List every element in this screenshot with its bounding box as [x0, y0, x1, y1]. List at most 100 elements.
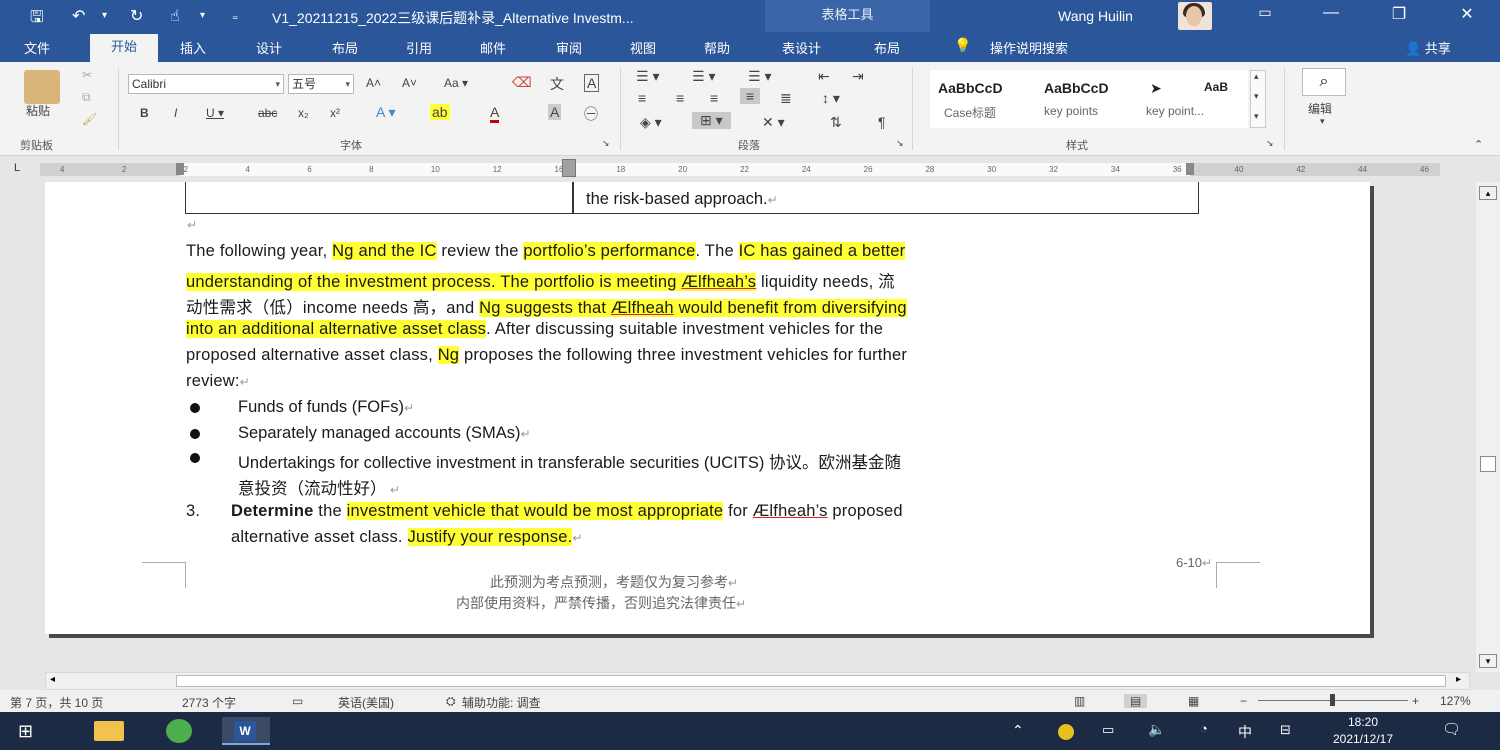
- show-marks-icon[interactable]: ¶: [878, 114, 886, 130]
- tab-table-layout[interactable]: 布局: [874, 38, 900, 57]
- character-shading-icon[interactable]: A: [548, 104, 562, 120]
- chevron-up-icon[interactable]: ⌃: [1012, 722, 1024, 739]
- minimize-button[interactable]: —: [1316, 4, 1346, 22]
- question-3-line-2[interactable]: alternative asset class. Justify your re…: [231, 528, 1216, 547]
- network-icon[interactable]: ▭: [1102, 722, 1114, 738]
- touch-mode-icon[interactable]: ☝: [170, 6, 180, 26]
- undo-dropdown-icon[interactable]: ▾: [102, 10, 107, 21]
- body-line-4[interactable]: into an additional alternative asset cla…: [186, 320, 1216, 339]
- body-line-1[interactable]: The following year, Ng and the IC review…: [186, 242, 1216, 261]
- web-layout-icon[interactable]: ▦: [1188, 694, 1199, 708]
- print-layout-icon[interactable]: ▤: [1124, 694, 1148, 708]
- volume-icon[interactable]: 🔈: [1148, 721, 1165, 738]
- word-taskbar-icon[interactable]: W: [222, 717, 270, 745]
- scroll-right-icon[interactable]: ▸: [1456, 674, 1461, 685]
- zoom-out-icon[interactable]: −: [1240, 694, 1247, 708]
- language-indicator[interactable]: 英语(美国): [338, 694, 394, 711]
- line-spacing-icon[interactable]: ↕ ▾: [822, 90, 840, 107]
- wechat-icon[interactable]: [162, 717, 202, 745]
- proofing-icon[interactable]: ▭: [292, 694, 303, 708]
- tab-insert[interactable]: 插入: [180, 38, 206, 57]
- chevron-down-icon[interactable]: ▾: [1254, 91, 1259, 102]
- strikethrough-icon[interactable]: abc: [258, 106, 277, 120]
- horizontal-scrollbar[interactable]: ◂ ▸: [45, 672, 1470, 690]
- body-line-6[interactable]: review:↵: [186, 372, 1216, 391]
- editing-label[interactable]: 编辑: [1308, 100, 1332, 117]
- scroll-down-icon[interactable]: ▾: [1479, 654, 1497, 668]
- bullets-icon[interactable]: ☰ ▾: [636, 68, 659, 85]
- chinese-layout-icon[interactable]: ✕ ▾: [762, 114, 785, 131]
- touch-dropdown-icon[interactable]: ▾: [200, 10, 205, 21]
- list-item-continued[interactable]: 意投资（流动性好） ↵: [238, 475, 400, 499]
- paste-icon[interactable]: [24, 70, 60, 104]
- wifi-icon[interactable]: ◔: [1200, 721, 1208, 736]
- styles-scroll[interactable]: ▴ ▾ ▾: [1250, 70, 1266, 128]
- borders-icon[interactable]: ⊞ ▾: [692, 112, 731, 129]
- italic-icon[interactable]: I: [174, 106, 177, 120]
- search-icon[interactable]: ⌕: [1302, 68, 1346, 96]
- copy-icon[interactable]: ⧉: [82, 90, 91, 105]
- distributed-icon[interactable]: ≣: [780, 90, 792, 107]
- justify-icon[interactable]: ≡: [740, 88, 761, 104]
- word-count[interactable]: 2773 个字: [182, 694, 236, 711]
- body-line-2[interactable]: understanding of the investment process.…: [186, 268, 1216, 292]
- scroll-thumb[interactable]: [1480, 456, 1496, 472]
- align-center-icon[interactable]: ≡: [676, 90, 684, 106]
- right-margin-marker[interactable]: [1186, 163, 1194, 175]
- styles-dialog-launcher-icon[interactable]: ↘: [1266, 138, 1274, 149]
- align-left-icon[interactable]: ≡: [638, 90, 646, 106]
- vertical-scrollbar[interactable]: ▴ ▾: [1476, 182, 1500, 672]
- tray-app-icon[interactable]: [1058, 724, 1074, 740]
- tab-references[interactable]: 引用: [406, 38, 432, 57]
- ime-indicator[interactable]: 中: [1238, 722, 1252, 742]
- style-case-title[interactable]: AaBbCcD Case标题: [930, 70, 1036, 128]
- question-3-text[interactable]: Determine the investment vehicle that wo…: [231, 502, 1216, 521]
- font-name-select[interactable]: Calibri ▾: [128, 74, 284, 94]
- editing-dropdown-icon[interactable]: ▾: [1320, 116, 1325, 127]
- horizontal-ruler[interactable]: L 4 2 2 4 6 8 10 12 16 18 20 22 24 26 28 30 32 34 36 40 42 44…: [0, 156, 1500, 182]
- avatar[interactable]: [1178, 2, 1212, 30]
- restore-button[interactable]: ❐: [1384, 4, 1414, 24]
- tab-selector-icon[interactable]: L: [14, 162, 20, 174]
- align-right-icon[interactable]: ≡: [710, 90, 718, 106]
- scroll-up-icon[interactable]: ▴: [1479, 186, 1497, 200]
- paste-label[interactable]: 粘贴: [26, 102, 50, 119]
- style-more-sample[interactable]: AaB: [1200, 70, 1246, 128]
- chevron-up-icon[interactable]: ▴: [1254, 71, 1259, 82]
- phonetic-guide-icon[interactable]: 文: [550, 74, 564, 94]
- bold-icon[interactable]: B: [140, 106, 149, 120]
- undo-icon[interactable]: ↶: [72, 6, 85, 26]
- body-line-3[interactable]: 动性需求（低）income needs 高，and Ng suggests th…: [186, 294, 1216, 318]
- list-item[interactable]: Separately managed accounts (SMAs)↵: [238, 424, 531, 443]
- body-line-5[interactable]: proposed alternative asset class, Ng pro…: [186, 346, 1216, 365]
- subscript-icon[interactable]: x₂: [298, 106, 309, 120]
- sort-icon[interactable]: ⇅: [830, 114, 842, 131]
- tab-design[interactable]: 设计: [256, 38, 282, 57]
- styles-expand-icon[interactable]: ▾: [1254, 111, 1259, 122]
- change-case-icon[interactable]: Aa ▾: [444, 76, 468, 90]
- tell-me-search[interactable]: 操作说明搜索: [990, 38, 1068, 57]
- table-cell[interactable]: the risk-based approach.↵: [586, 190, 778, 209]
- user-name[interactable]: Wang Huilin: [1058, 8, 1133, 24]
- zoom-level[interactable]: 127%: [1440, 694, 1471, 708]
- column-marker[interactable]: [562, 159, 576, 177]
- tab-view[interactable]: 视图: [630, 38, 656, 57]
- tab-table-design[interactable]: 表设计: [782, 38, 821, 57]
- customize-toolbar-icon[interactable]: ₌: [232, 9, 238, 23]
- collapse-ribbon-icon[interactable]: ⌃: [1474, 138, 1483, 151]
- tab-layout[interactable]: 布局: [332, 38, 358, 57]
- font-color-icon[interactable]: A: [490, 104, 500, 123]
- zoom-in-icon[interactable]: +: [1412, 694, 1419, 708]
- accessibility-status[interactable]: 辅助功能: 调查: [462, 694, 541, 711]
- list-item[interactable]: Undertakings for collective investment i…: [238, 449, 901, 473]
- scroll-left-icon[interactable]: ◂: [50, 674, 55, 685]
- clock[interactable]: 18:20 2021/12/17: [1318, 714, 1408, 748]
- shrink-font-icon[interactable]: A˅: [402, 76, 417, 90]
- file-explorer-icon[interactable]: [90, 717, 130, 745]
- numbering-icon[interactable]: ☰ ▾: [692, 68, 715, 85]
- multilevel-list-icon[interactable]: ☰ ▾: [748, 68, 771, 85]
- tab-file[interactable]: 文件: [24, 38, 50, 57]
- font-size-select[interactable]: 五号 ▾: [288, 74, 354, 94]
- save-icon[interactable]: 🖫: [30, 6, 44, 33]
- share-button[interactable]: 👤 共享: [1405, 38, 1451, 57]
